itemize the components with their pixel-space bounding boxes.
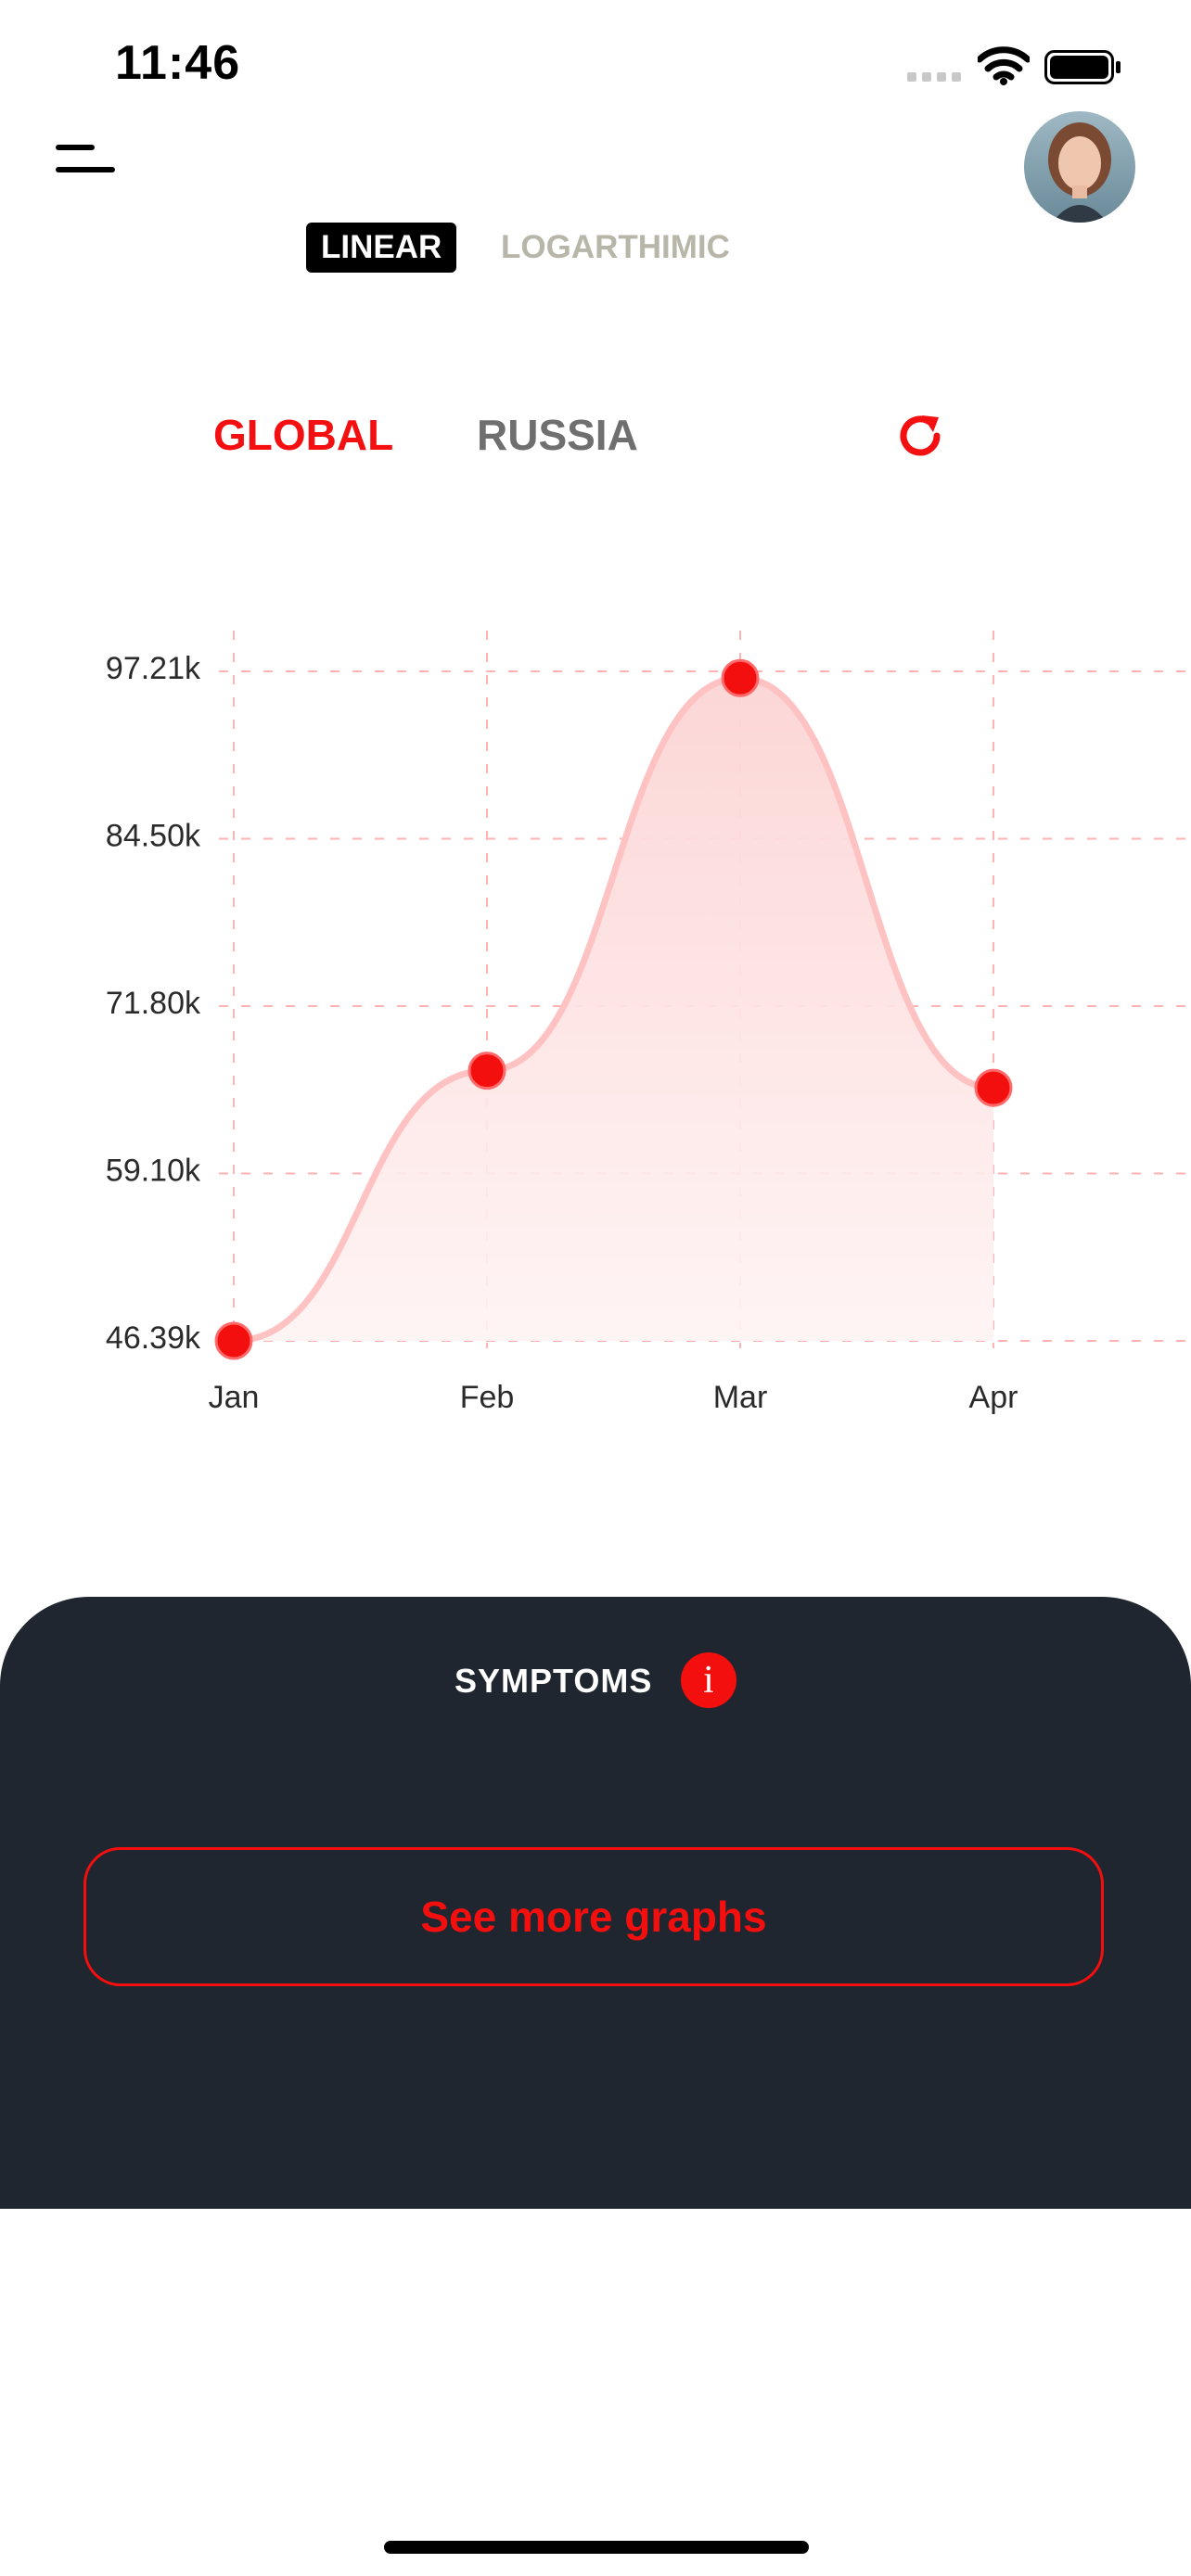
cases-chart: 46.39k 59.10k 71.80k 84.50k 97.21k Jan Feb Mar… — [106, 631, 1191, 1415]
x-tick-label: Apr — [969, 1380, 1018, 1415]
y-tick-label: 59.10k — [106, 1154, 201, 1189]
info-icon[interactable]: i — [681, 1652, 736, 1708]
x-tick-label: Jan — [209, 1380, 260, 1415]
see-more-graphs-button[interactable]: See more graphs — [83, 1847, 1104, 1986]
linear-scale-toggle[interactable]: LINEAR — [306, 223, 457, 273]
x-tick-label: Mar — [713, 1380, 768, 1415]
y-tick-label: 71.80k — [106, 986, 201, 1021]
chart-point-feb[interactable] — [467, 1052, 506, 1090]
cellular-signal-icon — [907, 72, 961, 82]
wifi-icon — [978, 46, 1030, 85]
home-indicator — [384, 2541, 809, 2554]
chart-area-fill — [234, 678, 993, 1341]
user-avatar[interactable] — [1024, 111, 1135, 223]
battery-icon — [1044, 50, 1121, 84]
chart-point-mar[interactable] — [721, 658, 760, 697]
y-tick-label: 84.50k — [106, 819, 201, 854]
x-tick-label: Feb — [460, 1380, 515, 1415]
status-time: 11:46 — [115, 36, 241, 90]
tab-russia[interactable]: RUSSIA — [477, 410, 638, 460]
tab-global[interactable]: GLOBAL — [213, 410, 393, 460]
hamburger-menu-icon[interactable] — [52, 139, 119, 185]
chart-point-jan[interactable] — [214, 1321, 253, 1360]
refresh-icon[interactable] — [892, 408, 948, 464]
symptoms-label: SYMPTOMS — [455, 1662, 653, 1700]
y-tick-label: 46.39k — [106, 1320, 201, 1356]
y-tick-label: 97.21k — [106, 651, 201, 686]
logarithmic-scale-toggle[interactable]: LOGARTHIMIC — [501, 223, 730, 273]
chart-point-apr[interactable] — [974, 1068, 1013, 1107]
